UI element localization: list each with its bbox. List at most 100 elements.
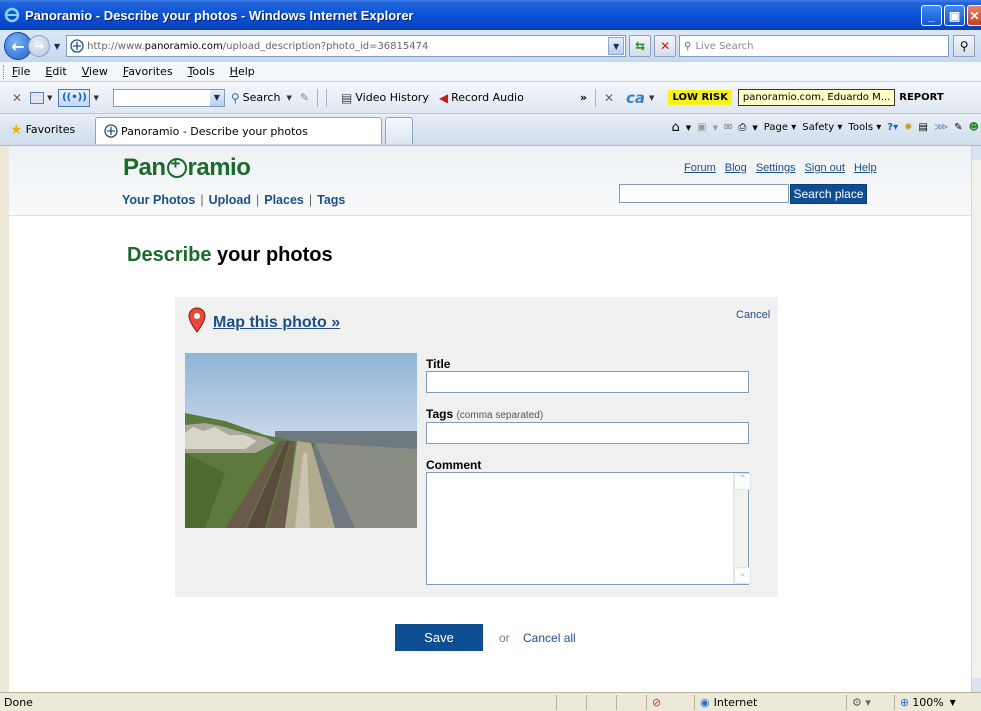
link-blog[interactable]: Blog: [725, 162, 747, 174]
toolbar-separator: [594, 88, 596, 107]
zoom-control[interactable]: ⊕ 100% ▼: [894, 695, 981, 710]
forward-button[interactable]: →: [28, 35, 50, 57]
comment-scrollbar[interactable]: [733, 473, 751, 584]
nav-places[interactable]: Places: [264, 193, 304, 207]
feeds-icon[interactable]: ▣: [697, 122, 706, 133]
search-place-input[interactable]: [619, 184, 789, 203]
radio-button[interactable]: ((•)): [58, 88, 91, 107]
recent-pages-dropdown[interactable]: ▼: [54, 42, 60, 51]
status-cell: [616, 695, 646, 710]
new-tab-button[interactable]: [385, 117, 413, 144]
toolbar-close-icon[interactable]: ✕: [12, 91, 22, 105]
search-place-button[interactable]: Search place: [790, 184, 867, 204]
link-forum[interactable]: Forum: [684, 162, 716, 174]
record-audio-button[interactable]: ◀ Record Audio: [439, 91, 524, 105]
refresh-button[interactable]: ⇆: [629, 35, 652, 57]
nav-tags[interactable]: Tags: [317, 193, 345, 207]
title-input[interactable]: [426, 371, 749, 393]
status-cell: [556, 695, 586, 710]
zoom-dropdown-icon: ▼: [949, 698, 956, 707]
favorites-button[interactable]: Favorites: [26, 123, 76, 136]
menu-bar: File Edit View Favorites Tools Help: [0, 62, 981, 82]
comment-textarea[interactable]: [426, 472, 751, 585]
cancel-link[interactable]: Cancel: [736, 309, 770, 321]
live-search-input[interactable]: ⚲ Live Search: [679, 35, 950, 57]
status-cell: [586, 695, 616, 710]
toolbar-overflow-icon[interactable]: »: [580, 91, 587, 104]
window-controls: _ ▣ ✕: [921, 5, 981, 26]
menu-file[interactable]: File: [12, 65, 30, 78]
toolbar-search-select[interactable]: [112, 88, 225, 107]
favorites-star-icon: ★: [10, 121, 23, 138]
nav-your-photos[interactable]: Your Photos: [122, 193, 195, 207]
photo-form-panel: Map this photo » Cancel Title Tags (comm…: [175, 297, 778, 597]
page-viewport: Panramio Your Photos|Upload|Places|Tags …: [9, 146, 971, 692]
zone-cell[interactable]: ◉ Internet: [694, 695, 846, 710]
live-search-button[interactable]: ⚲: [953, 35, 976, 57]
live-search-placeholder: Live Search: [695, 40, 754, 52]
scroll-down-arrow[interactable]: [972, 678, 981, 692]
feeds-dropdown[interactable]: ▼: [713, 124, 718, 132]
tags-label: Tags (comma separated): [426, 407, 544, 421]
link-settings[interactable]: Settings: [756, 162, 796, 174]
report-button[interactable]: REPORT: [899, 92, 943, 103]
address-field[interactable]: http://www.panoramio.com/upload_descript…: [66, 35, 627, 57]
menu-view[interactable]: View: [82, 65, 108, 78]
onenote-icon[interactable]: ▤: [918, 122, 927, 133]
tab-panoramio[interactable]: Panoramio - Describe your photos: [95, 117, 382, 144]
nav-upload[interactable]: Upload: [209, 193, 251, 207]
privacy-cell[interactable]: ⊘: [646, 695, 694, 710]
menu-favorites[interactable]: Favorites: [123, 65, 173, 78]
menu-tools[interactable]: Tools: [188, 65, 215, 78]
ca-logo-icon[interactable]: ca: [626, 89, 645, 107]
stop-button[interactable]: ✕: [654, 35, 677, 57]
address-dropdown[interactable]: ▼: [608, 37, 625, 55]
cancel-all-link[interactable]: Cancel all: [523, 631, 576, 645]
restore-button[interactable]: ▣: [944, 5, 965, 26]
search-dropdown[interactable]: ▼: [286, 94, 291, 102]
mail-icon[interactable]: ✉: [724, 122, 732, 133]
home-icon[interactable]: ⌂: [672, 120, 680, 135]
ca-toolbar-close-icon[interactable]: ✕: [604, 91, 614, 105]
toolbar-window-icon[interactable]: [30, 91, 45, 104]
send-icon[interactable]: ⋙: [934, 122, 948, 133]
page-menu[interactable]: Page ▾: [764, 122, 796, 133]
vertical-scrollbar[interactable]: [971, 146, 981, 692]
photo-thumbnail: [185, 353, 417, 528]
blog-icon[interactable]: ✎: [954, 122, 962, 133]
menu-edit[interactable]: Edit: [45, 65, 66, 78]
safety-menu[interactable]: Safety ▾: [802, 122, 842, 133]
minimize-button[interactable]: _: [921, 5, 942, 26]
menu-help[interactable]: Help: [230, 65, 255, 78]
toolbar-separator: [326, 88, 328, 107]
highlight-icon[interactable]: ✎: [300, 91, 309, 104]
comment-label: Comment: [426, 458, 482, 472]
link-help[interactable]: Help: [854, 162, 877, 174]
menu-grip: [3, 64, 6, 79]
toolbar-search-button[interactable]: ⚲ Search: [231, 91, 281, 105]
research-icon[interactable]: ✹: [904, 122, 912, 133]
toolbar-dropdown[interactable]: ▼: [47, 94, 52, 102]
link-sign-out[interactable]: Sign out: [805, 162, 845, 174]
messenger-icon[interactable]: ☻: [969, 122, 979, 133]
radio-dropdown[interactable]: ▼: [93, 94, 98, 102]
address-url: http://www.panoramio.com/upload_descript…: [87, 40, 429, 52]
tags-input[interactable]: [426, 422, 749, 444]
map-this-photo-link[interactable]: Map this photo »: [213, 314, 340, 332]
address-row: ← → ▼ http://www.panoramio.com/upload_de…: [0, 30, 981, 62]
print-dropdown[interactable]: ▼: [752, 124, 757, 132]
home-dropdown[interactable]: ▼: [686, 124, 691, 132]
panoramio-logo[interactable]: Panramio: [123, 154, 251, 182]
protected-mode-cell[interactable]: ⚙ ▾: [846, 695, 894, 710]
page-icon: [70, 39, 84, 53]
save-button[interactable]: Save: [395, 624, 483, 651]
window-title-bar: Panoramio - Describe your photos - Windo…: [0, 0, 981, 30]
help-icon[interactable]: ?▾: [887, 122, 898, 133]
scroll-up-arrow[interactable]: [972, 146, 981, 160]
tools-menu[interactable]: Tools ▾: [848, 122, 881, 133]
close-button[interactable]: ✕: [967, 5, 981, 26]
print-icon[interactable]: ⎙: [738, 122, 746, 133]
site-header: Panramio Your Photos|Upload|Places|Tags …: [9, 146, 971, 216]
video-history-button[interactable]: ▤ Video History: [341, 91, 429, 105]
ca-dropdown[interactable]: ▼: [649, 94, 654, 102]
